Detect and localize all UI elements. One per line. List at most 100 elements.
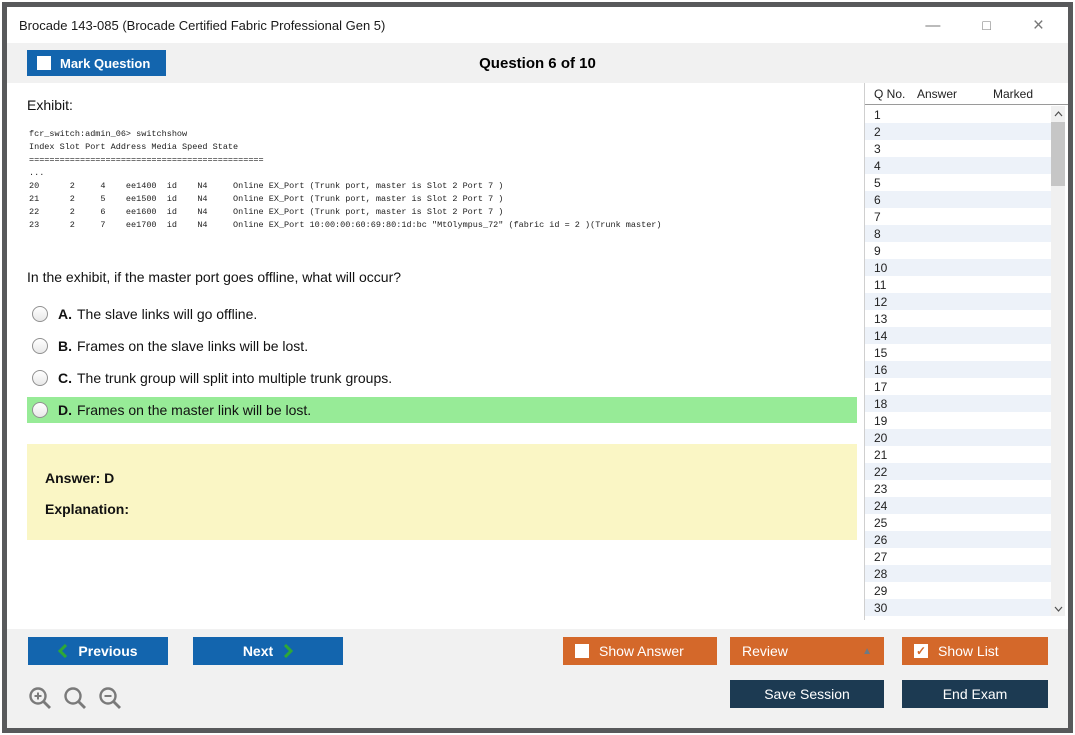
question-list-row[interactable]: 24 [865, 497, 1051, 514]
question-list-row[interactable]: 27 [865, 548, 1051, 565]
radio-button-icon[interactable] [32, 338, 48, 354]
window-controls: — □ × [925, 16, 1044, 35]
previous-label: Previous [78, 643, 138, 659]
show-answer-button[interactable]: Show Answer [563, 637, 717, 665]
zoom-reset-icon[interactable] [63, 686, 88, 711]
question-list-row[interactable]: 15 [865, 344, 1051, 361]
explanation-text: Explanation: [45, 501, 130, 517]
qno-cell: 29 [874, 583, 888, 598]
question-list-row[interactable]: 21 [865, 446, 1051, 463]
answer-header: Answer [917, 86, 958, 101]
exhibit-code-line: ========================================… [29, 155, 264, 165]
question-list-row[interactable]: 29 [865, 582, 1051, 599]
next-button[interactable]: Next [193, 637, 343, 665]
title-bar: Brocade 143-085 (Brocade Certified Fabri… [7, 7, 1068, 43]
mark-question-button[interactable]: Mark Question [27, 50, 167, 76]
chevron-right-icon [284, 644, 294, 658]
question-list-row[interactable]: 10 [865, 259, 1051, 276]
show-list-checkbox[interactable]: ✓ [914, 644, 928, 658]
option-letter: D. [58, 402, 72, 418]
question-list-row[interactable]: 5 [865, 174, 1051, 191]
qno-cell: 6 [874, 192, 881, 207]
question-list-scrollbar[interactable] [1051, 106, 1065, 616]
answer-option-c[interactable]: C. The trunk group will split into multip… [27, 365, 857, 391]
question-list-row[interactable]: 14 [865, 327, 1051, 344]
qno-cell: 5 [874, 175, 881, 190]
qno-cell: 17 [874, 379, 888, 394]
show-answer-label: Show Answer [599, 643, 684, 659]
close-icon[interactable]: × [1033, 16, 1044, 35]
save-session-button[interactable]: Save Session [730, 680, 884, 708]
zoom-in-icon[interactable] [28, 686, 53, 711]
scroll-up-icon[interactable] [1051, 106, 1065, 121]
question-list-row[interactable]: 6 [865, 191, 1051, 208]
question-list-row[interactable]: 9 [865, 242, 1051, 259]
mark-question-checkbox[interactable] [37, 56, 51, 70]
zoom-out-icon[interactable] [98, 686, 123, 711]
question-list-row[interactable]: 25 [865, 514, 1051, 531]
maximize-icon[interactable]: □ [982, 18, 990, 32]
qno-cell: 4 [874, 158, 881, 173]
scrollbar-thumb[interactable] [1051, 122, 1065, 186]
question-list-row[interactable]: 22 [865, 463, 1051, 480]
question-list-row[interactable]: 1 [865, 106, 1051, 123]
end-exam-label: End Exam [942, 686, 1008, 702]
question-list-row[interactable]: 7 [865, 208, 1051, 225]
radio-button-icon[interactable] [32, 402, 48, 418]
review-button[interactable]: Review ▲ [730, 637, 884, 665]
qno-cell: 19 [874, 413, 888, 428]
qno-cell: 18 [874, 396, 888, 411]
question-list-row[interactable]: 19 [865, 412, 1051, 429]
exhibit-code: fcr_switch:admin_06> switchshow Index Slo… [29, 128, 864, 232]
radio-button-icon[interactable] [32, 306, 48, 322]
show-answer-checkbox[interactable] [575, 644, 589, 658]
qno-cell: 30 [874, 600, 888, 615]
question-list-row[interactable]: 12 [865, 293, 1051, 310]
question-list-row[interactable]: 28 [865, 565, 1051, 582]
question-list-header: Q No. Answer Marked [865, 83, 1068, 105]
app-window: Brocade 143-085 (Brocade Certified Fabri… [2, 2, 1073, 733]
answer-option-b[interactable]: B. Frames on the slave links will be lost… [27, 333, 857, 359]
save-session-label: Save Session [764, 686, 850, 702]
qno-cell: 12 [874, 294, 888, 309]
previous-button[interactable]: Previous [28, 637, 168, 665]
end-exam-button[interactable]: End Exam [902, 680, 1048, 708]
exhibit-code-line: 22 2 6 ee1600 id N4 Online EX_Port (Trun… [29, 207, 504, 217]
question-list-row[interactable]: 23 [865, 480, 1051, 497]
answer-option-d[interactable]: D. Frames on the master link will be lost… [27, 397, 857, 423]
exhibit-code-line: 20 2 4 ee1400 id N4 Online EX_Port (Trun… [29, 181, 504, 191]
qno-cell: 22 [874, 464, 888, 479]
question-list-row[interactable]: 13 [865, 310, 1051, 327]
question-list-row[interactable]: 26 [865, 531, 1051, 548]
marked-header: Marked [993, 86, 1034, 101]
answer-option-a[interactable]: A. The slave links will go offline. [27, 301, 857, 327]
question-list-row[interactable]: 2 [865, 123, 1051, 140]
answer-text: Answer: D [45, 470, 115, 486]
main-panel: Exhibit: fcr_switch:admin_06> switchshow… [7, 83, 864, 629]
question-list-row[interactable]: 18 [865, 395, 1051, 412]
option-letter: B. [58, 338, 72, 354]
qno-cell: 14 [874, 328, 888, 343]
question-list-row[interactable]: 8 [865, 225, 1051, 242]
question-list-row[interactable]: 17 [865, 378, 1051, 395]
question-list-row[interactable]: 16 [865, 361, 1051, 378]
footer-bar: Previous Next Show Answer Review ▲ ✓ Sho… [7, 629, 1068, 728]
check-icon: ✓ [915, 644, 927, 658]
mark-question-label: Mark Question [60, 55, 151, 71]
question-list-row[interactable]: 11 [865, 276, 1051, 293]
qno-cell: 8 [874, 226, 881, 241]
qno-cell: 27 [874, 549, 888, 564]
qno-cell: 3 [874, 141, 881, 156]
question-list-row[interactable]: 3 [865, 140, 1051, 157]
radio-button-icon[interactable] [32, 370, 48, 386]
show-list-button[interactable]: ✓ Show List [902, 637, 1048, 665]
scroll-down-icon[interactable] [1051, 601, 1065, 616]
question-list-row[interactable]: 20 [865, 429, 1051, 446]
question-list-row[interactable]: 30 [865, 599, 1051, 616]
qno-cell: 11 [874, 277, 887, 292]
qno-cell: 15 [874, 345, 888, 360]
question-text: In the exhibit, if the master port goes … [27, 269, 402, 285]
minimize-icon[interactable]: — [925, 18, 940, 33]
qno-cell: 13 [874, 311, 888, 326]
question-list-row[interactable]: 4 [865, 157, 1051, 174]
